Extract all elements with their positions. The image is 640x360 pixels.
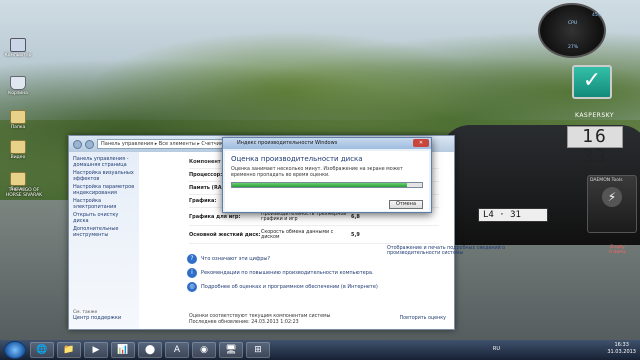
desktop-icon-computer[interactable]: Компьютер: [4, 38, 32, 58]
progress-bar: [231, 182, 423, 188]
taskbar: 🌐 📁 ▶ 📊 ⬤ A ◉ 🖥 ⊞ RU 16:33 31.03.2013: [0, 340, 640, 360]
wallpaper-plate: L4 · 31: [478, 208, 548, 222]
language-indicator[interactable]: RU: [493, 346, 500, 352]
list-item[interactable]: ? Что означают эти цифры?: [187, 252, 437, 266]
dialog-titlebar: Индекс производительности Windows ✕: [223, 138, 431, 149]
left-pane: Панель управления - домашняя страница На…: [69, 152, 139, 329]
taskbar-app[interactable]: A: [165, 342, 189, 358]
cpu-value: 27%: [568, 45, 579, 50]
assessment-dialog: Индекс производительности Windows ✕ Оцен…: [222, 137, 432, 213]
table-row: Основной жесткий диск: Скорость обмена д…: [189, 226, 439, 244]
empty-sub: 0 items: [609, 250, 626, 255]
desktop-icon-folder-4[interactable]: THE ALGO OF HORSE SIVARAK: [4, 188, 44, 198]
recycle-bin-icon: [10, 76, 26, 90]
link-power[interactable]: Настройка электропитания: [73, 198, 135, 210]
system-clock[interactable]: 16:33 31.03.2013: [607, 342, 636, 356]
kaspersky-gadget[interactable]: ✓: [572, 65, 612, 99]
folder-icon: [10, 110, 26, 124]
ram-value: 45%: [592, 13, 603, 18]
link-recommendations[interactable]: Рекомендации по повышению производительн…: [201, 270, 374, 276]
lightning-icon[interactable]: ⚡: [602, 187, 622, 207]
taskbar-app[interactable]: ⊞: [246, 342, 270, 358]
desktop-icon-label: Папка: [10, 125, 26, 130]
taskbar-app[interactable]: ▶: [84, 342, 108, 358]
dialog-title: Индекс производительности Windows: [237, 140, 338, 146]
cpu-meter-gadget[interactable]: CPU 27% 45%: [538, 3, 606, 58]
link-visual-effects[interactable]: Настройка визуальных эффектов: [73, 170, 135, 182]
cpu-label: CPU: [568, 21, 578, 26]
footer-line2: Последнее обновление: 24.03.2013 1:02:23: [189, 320, 299, 325]
cancel-button[interactable]: Отмена: [389, 200, 423, 209]
link-control-panel-home[interactable]: Панель управления - домашняя страница: [73, 156, 135, 168]
daemon-title: DAEMON Tools: [590, 178, 623, 183]
link-action-center[interactable]: Центр поддержки: [73, 315, 121, 321]
list-item[interactable]: i Рекомендации по повышению производител…: [187, 266, 437, 280]
close-icon[interactable]: ✕: [413, 139, 429, 147]
taskbar-app[interactable]: 🌐: [30, 342, 54, 358]
link-indexing[interactable]: Настройка параметров индексирования: [73, 184, 135, 196]
link-disk-cleanup[interactable]: Открыть очистку диска: [73, 212, 135, 224]
info-icon: i: [187, 268, 197, 278]
desktop-icon-folder-2[interactable]: Видео: [4, 140, 32, 160]
clock-gadget: 16 33: [567, 126, 623, 167]
checkmark-icon: ✓: [582, 68, 602, 93]
globe-icon: ◎: [187, 282, 197, 292]
taskbar-app[interactable]: ⬤: [138, 342, 162, 358]
folder-icon: [10, 172, 26, 186]
desktop-icon-label: Корзина: [8, 91, 28, 96]
kaspersky-label: KASPERSKY: [575, 112, 615, 119]
dialog-heading: Оценка производительности диска: [231, 155, 363, 163]
rerun-assessment-link[interactable]: Повторить оценку: [400, 316, 446, 321]
back-button[interactable]: [73, 139, 82, 149]
taskbar-app[interactable]: 📁: [57, 342, 81, 358]
desktop-icon-label: Компьютер: [4, 53, 32, 58]
taskbar-app[interactable]: 📊: [111, 342, 135, 358]
progress-fill: [232, 183, 407, 187]
help-links: ? Что означают эти цифры? i Рекомендации…: [187, 252, 437, 294]
link-more-info[interactable]: Подробнее об оценках и программном обесп…: [201, 284, 378, 290]
desktop-icon-recycle-bin[interactable]: Корзина: [4, 76, 32, 96]
list-item[interactable]: ◎ Подробнее об оценках и программном обе…: [187, 280, 437, 294]
recycle-gadget[interactable]: Empty 0 items: [600, 245, 635, 255]
forward-button[interactable]: [85, 139, 94, 149]
desktop-icon-label: Видео: [10, 155, 26, 160]
computer-icon: [10, 38, 26, 52]
dialog-text: Оценка занимает несколько минут. Изображ…: [231, 167, 403, 178]
taskbar-app[interactable]: ◉: [192, 342, 216, 358]
link-what-numbers-mean[interactable]: Что означают эти цифры?: [201, 256, 270, 262]
window-footer: Оценки соответствуют текущим компонентам…: [189, 314, 330, 326]
link-advanced-tools[interactable]: Дополнительные инструменты: [73, 226, 135, 238]
taskbar-app[interactable]: 🖥: [219, 342, 243, 358]
help-icon: ?: [187, 254, 197, 264]
daemon-tools-gadget[interactable]: DAEMON Tools ⚡: [587, 175, 637, 233]
dialog-body: Оценка производительности диска Оценка з…: [225, 151, 429, 211]
desktop-icon-label: THE ALGO OF HORSE SIVARAK: [5, 188, 43, 198]
start-button[interactable]: [4, 341, 26, 359]
folder-icon: [10, 140, 26, 154]
desktop-icon-folder-1[interactable]: Папка: [4, 110, 32, 130]
